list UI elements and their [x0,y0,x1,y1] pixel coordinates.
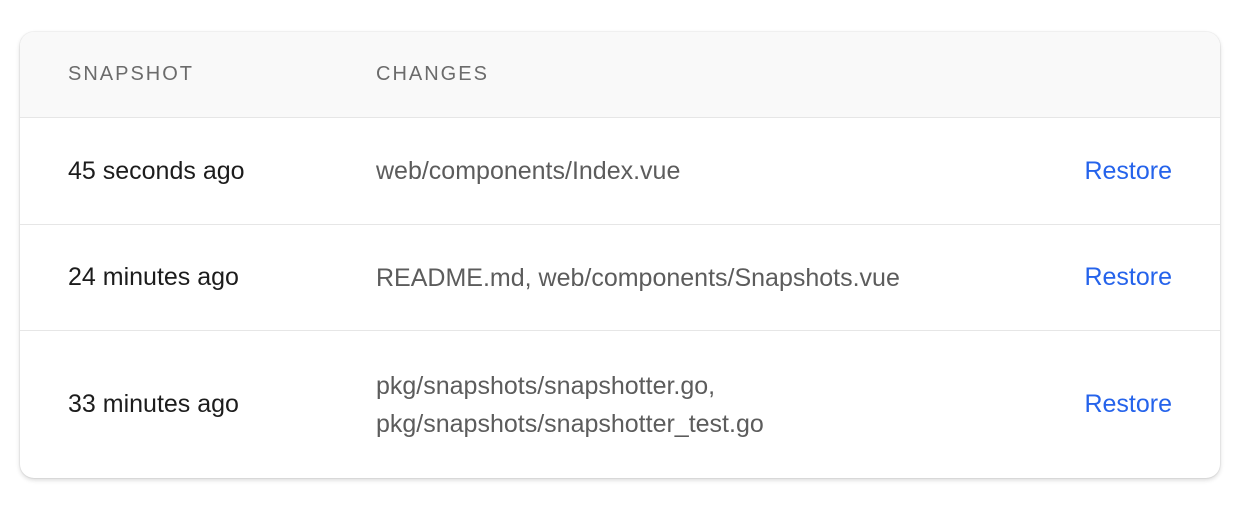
snapshot-time: 33 minutes ago [68,390,239,418]
table-row: 45 seconds ago web/components/Index.vue … [20,118,1220,225]
header-snapshot: SNAPSHOT [68,63,195,85]
table-header: SNAPSHOT CHANGES [20,32,1220,118]
snapshot-changes: web/components/Index.vue [376,152,680,190]
table-row: 33 minutes ago pkg/snapshots/snapshotter… [20,331,1220,478]
snapshot-time: 24 minutes ago [68,263,239,291]
table-row: 24 minutes ago README.md, web/components… [20,225,1220,331]
header-changes: CHANGES [376,63,489,85]
snapshots-table-card: SNAPSHOT CHANGES 45 seconds ago web/comp… [20,32,1220,478]
changed-file: README.md, web/components/Snapshots.vue [376,263,900,292]
snapshot-changes: README.md, web/components/Snapshots.vue [376,259,900,297]
changed-file: pkg/snapshots/snapshotter.go, [376,371,716,400]
changed-file: web/components/Index.vue [376,157,681,185]
changed-file: pkg/snapshots/snapshotter_test.go [376,409,764,438]
restore-button[interactable]: Restore [1084,390,1172,419]
snapshot-changes: pkg/snapshots/snapshotter.go, pkg/snapsh… [376,367,764,443]
snapshot-time: 45 seconds ago [68,156,245,185]
restore-button[interactable]: Restore [1084,263,1172,292]
restore-button[interactable]: Restore [1084,157,1172,186]
